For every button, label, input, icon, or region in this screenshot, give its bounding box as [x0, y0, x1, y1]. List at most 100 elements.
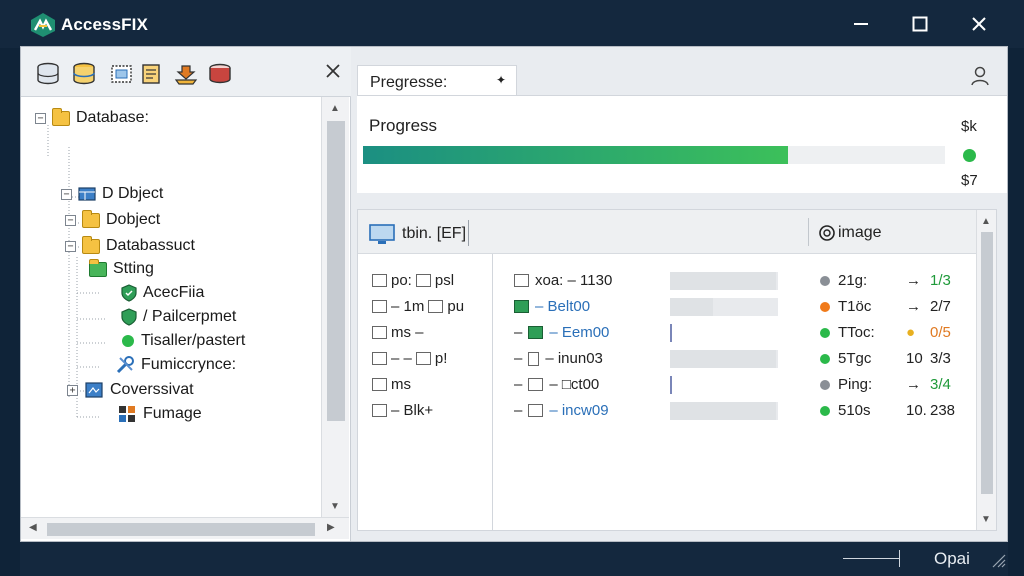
row-status: 5Tgc — [838, 350, 872, 367]
tree-item-label: Databassuct — [106, 237, 195, 254]
progress-label: Progress — [369, 116, 438, 135]
list-item[interactable]: – – p! – – inun03 5Tgc 10 3/3 — [358, 348, 976, 370]
list-item[interactable]: ms – – – Eem00 TToc: ● 0/5 — [358, 322, 976, 344]
table-red-icon[interactable] — [207, 62, 233, 86]
form-icon[interactable] — [139, 62, 165, 86]
expand-icon[interactable]: + — [67, 384, 78, 396]
minimize-button[interactable] — [838, 8, 884, 40]
scrollbar-thumb[interactable] — [981, 232, 993, 494]
pin-icon[interactable]: ✦ — [496, 73, 506, 87]
scroll-right-arrow-icon[interactable]: ▶ — [327, 522, 335, 533]
row-source-sub: p! — [434, 350, 448, 367]
object-list-panel: tbin. [EF] image po: psl xoa: – 1130 21g: → 1… — [357, 209, 997, 531]
row-source-cell: po: psl — [372, 272, 454, 289]
database-yellow-icon[interactable] — [71, 62, 97, 86]
row-arrow: → — [906, 376, 921, 393]
row-object-code[interactable]: – Eem00 — [549, 324, 609, 341]
expand-icon[interactable]: − — [65, 214, 76, 226]
list-item[interactable]: – 1m pu – Belt00 T1öc → 2/7 — [358, 296, 976, 318]
tree-item-d-dbject[interactable]: − D Dbject — [61, 183, 163, 205]
tree-item-pailcerpmet[interactable]: / Pailcerpmet — [121, 306, 236, 328]
header-right[interactable]: image — [818, 224, 882, 242]
folder-icon — [82, 209, 100, 228]
database-icon[interactable] — [35, 62, 61, 86]
tree-item-dobject[interactable]: − Dobject — [65, 209, 160, 231]
row-arrow: → — [906, 298, 921, 315]
row-source-label: ms – — [391, 324, 424, 341]
row-source-label: – Blk+ — [391, 402, 434, 419]
maximize-button[interactable] — [897, 8, 943, 40]
expand-icon[interactable]: − — [35, 112, 46, 124]
tree-item-databassuct[interactable]: − Databassuct — [65, 235, 195, 257]
row-prefix: – — [514, 350, 523, 367]
check-icon — [528, 404, 544, 417]
list-item[interactable]: ms – – □ct00 Ping: → 3/4 — [358, 374, 976, 396]
list-header: tbin. [EF] image — [358, 210, 976, 254]
column-separator — [808, 218, 809, 246]
app-logo-icon — [31, 13, 55, 37]
list-vertical-scrollbar[interactable]: ▲ ▼ — [976, 210, 996, 530]
scroll-up-arrow-icon[interactable]: ▲ — [330, 103, 340, 114]
folder-icon — [415, 274, 431, 287]
tree-item-fumiccrynce[interactable]: Fumiccrynce: — [115, 354, 236, 376]
tree-item-tisaller[interactable]: Tisaller/pastert — [121, 330, 245, 352]
user-icon[interactable] — [969, 65, 991, 87]
scroll-up-arrow-icon[interactable]: ▲ — [981, 216, 991, 227]
status-dot-icon — [820, 302, 830, 312]
status-divider — [899, 550, 900, 567]
expand-icon[interactable]: − — [61, 188, 72, 200]
expand-icon[interactable]: − — [65, 240, 76, 252]
form-icon — [85, 382, 103, 398]
tree-item-database[interactable]: − Database: — [35, 107, 149, 129]
row-object-code[interactable]: – incw09 — [549, 402, 608, 419]
folder-icon — [82, 235, 100, 254]
row-object-cell: – – □ct00 — [514, 376, 599, 393]
main-frame: − Database: − D Dbject − Dobject − Datab… — [20, 46, 1008, 542]
status-dot-icon — [820, 276, 830, 286]
import-icon[interactable] — [173, 62, 199, 86]
list-item[interactable]: – Blk+ – – incw09 510s 10. 238 — [358, 400, 976, 422]
status-dot-icon — [820, 380, 830, 390]
tree-item-stting[interactable]: Stting — [89, 258, 154, 280]
folder-icon — [514, 274, 529, 287]
row-status: Ping: — [838, 376, 873, 393]
folder-icon — [372, 274, 387, 287]
tree-item-acecfiia[interactable]: AcecFiia — [121, 282, 204, 304]
row-object-code[interactable]: – inun03 — [545, 350, 603, 367]
shield-icon — [121, 308, 137, 326]
row-object-code[interactable]: – Belt00 — [535, 298, 590, 315]
scrollbar-thumb[interactable] — [327, 121, 345, 421]
scroll-down-arrow-icon[interactable]: ▼ — [981, 514, 991, 525]
resize-grip-icon[interactable] — [990, 552, 1006, 568]
status-bar: Opai — [20, 542, 1008, 576]
row-object-cell: – – inun03 — [514, 350, 603, 367]
row-progress-fill — [670, 298, 714, 316]
row-source-cell: – Blk+ — [372, 402, 433, 419]
row-value: 238 — [930, 402, 956, 419]
row-object-code[interactable]: xoa: – 1130 — [535, 272, 612, 289]
tree-item-label: / Pailcerpmet — [143, 308, 237, 325]
list-item[interactable]: po: psl xoa: – 1130 21g: → 1/3 — [358, 270, 976, 292]
tab-progress[interactable]: Pregresse: ✦ — [357, 65, 517, 95]
navigator-horizontal-scrollbar[interactable]: ◀ ▶ — [21, 517, 349, 539]
folder-icon — [372, 404, 387, 417]
query-icon[interactable] — [109, 62, 135, 86]
tree-item-label: D Dbject — [102, 185, 164, 202]
close-window-button[interactable] — [956, 8, 1002, 40]
row-value: 2/7 — [930, 298, 951, 315]
scroll-down-arrow-icon[interactable]: ▼ — [330, 501, 340, 512]
image-icon — [819, 225, 835, 241]
navigator-vertical-scrollbar[interactable]: ▲ ▼ — [321, 97, 349, 517]
header-left[interactable]: tbin. [EF] — [368, 222, 466, 246]
tree-item-coverssivat[interactable]: + Coverssivat — [67, 379, 194, 401]
folder-icon — [415, 352, 431, 365]
shield-icon — [528, 326, 544, 339]
tree-item-label: Dobject — [106, 211, 161, 228]
row-source-cell: – 1m pu — [372, 298, 464, 315]
row-object-code[interactable]: – □ct00 — [549, 376, 599, 393]
scroll-left-arrow-icon[interactable]: ◀ — [29, 522, 37, 533]
close-panel-icon[interactable] — [323, 61, 343, 81]
tree-item-fumage[interactable]: Fumage — [117, 403, 202, 425]
scrollbar-thumb[interactable] — [47, 523, 315, 536]
row-prefix: – — [514, 324, 523, 341]
